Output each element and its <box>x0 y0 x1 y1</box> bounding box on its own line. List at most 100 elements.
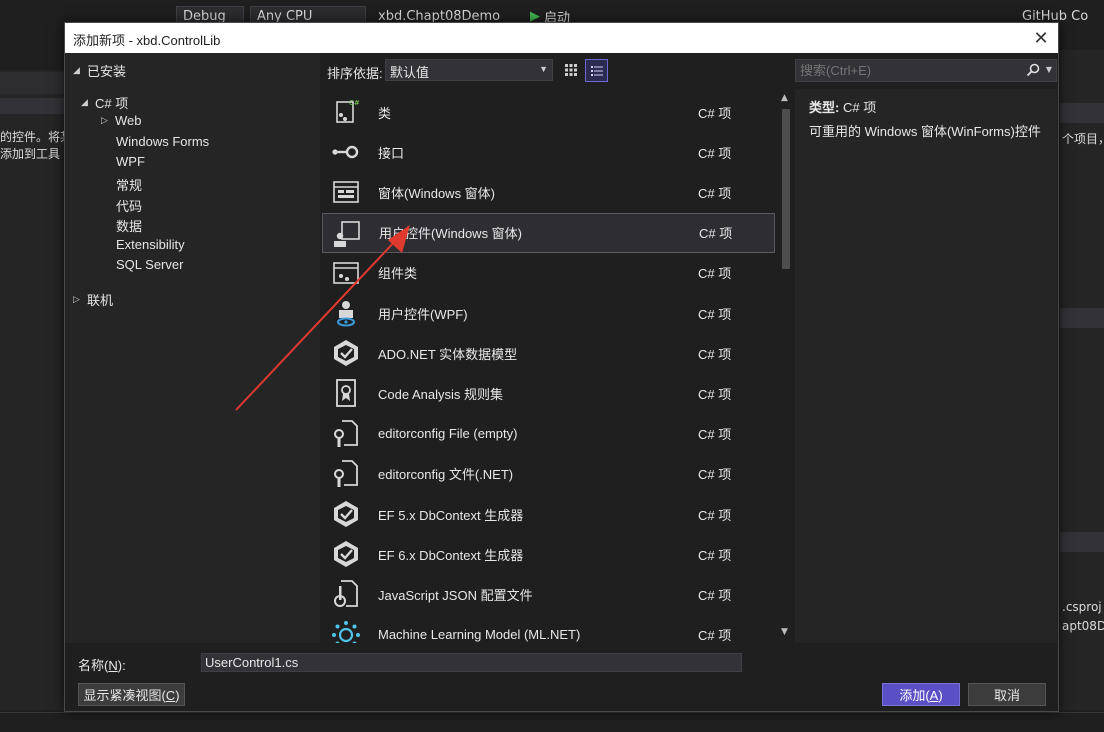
cancel-button[interactable]: 取消 <box>968 683 1046 706</box>
dialog-title: 添加新项 - xbd.ControlLib <box>73 33 221 48</box>
add-new-item-dialog: 添加新项 - xbd.ControlLib ✕ ◢ 已安装 ◢ C# 项 ▷ Web … <box>64 22 1059 712</box>
template-item[interactable]: ADO.NET 实体数据模型 C# 项 <box>322 333 775 373</box>
template-item[interactable]: editorconfig File (empty) C# 项 <box>322 414 775 454</box>
side-panel-text: 个项目， <box>1062 132 1104 146</box>
template-item[interactable]: Machine Learning Model (ML.NET) C# 项 <box>322 615 775 643</box>
add-button[interactable]: 添加(A) <box>882 683 960 706</box>
collapsed-arrow-icon: ▷ <box>73 294 80 304</box>
template-item[interactable]: Code Analysis 规则集 C# 项 <box>322 373 775 413</box>
expanded-arrow-icon: ◢ <box>81 97 88 107</box>
scrollbar-thumb[interactable] <box>782 109 790 269</box>
template-list-scrollbar[interactable]: ▲ ▼ <box>777 89 794 643</box>
template-item[interactable]: EF 6.x DbContext 生成器 C# 项 <box>322 534 775 574</box>
grid-view-icon <box>565 64 577 76</box>
scroll-up-icon[interactable]: ▲ <box>781 93 788 103</box>
ruleset-icon <box>330 377 362 409</box>
side-panel-header <box>1060 308 1104 328</box>
detail-description: 可重用的 Windows 窗体(WinForms)控件 <box>809 124 1041 139</box>
template-item-name: 组件类 <box>378 266 418 282</box>
status-bar <box>0 712 1104 732</box>
template-item-language: C# 项 <box>698 185 732 201</box>
tree-node-windows-forms[interactable]: Windows Forms <box>116 134 209 149</box>
form-icon <box>330 176 362 208</box>
wpf-user-control-icon <box>330 297 362 329</box>
tree-node-sql-server[interactable]: SQL Server <box>116 257 183 272</box>
template-item-language: C# 项 <box>698 547 732 563</box>
side-panel-text: apt08De <box>1062 619 1104 633</box>
template-item-language: C# 项 <box>698 467 732 483</box>
sort-label: 排序依据: <box>327 66 383 81</box>
template-item[interactable]: EF 5.x DbContext 生成器 C# 项 <box>322 494 775 534</box>
template-item[interactable]: 用户控件(Windows 窗体) C# 项 <box>322 212 775 253</box>
template-item[interactable]: 窗体(Windows 窗体) C# 项 <box>322 172 775 212</box>
tree-node-data[interactable]: 数据 <box>116 216 142 235</box>
template-item[interactable]: editorconfig 文件(.NET) C# 项 <box>322 454 775 494</box>
category-tree: ◢ 已安装 ◢ C# 项 ▷ Web Windows Forms WPF 常规 代码 … <box>65 53 320 643</box>
search-input[interactable] <box>796 60 1016 81</box>
template-item-language: C# 项 <box>698 105 732 121</box>
chevron-down-icon[interactable]: ▼ <box>1046 65 1052 74</box>
tree-node-csharp[interactable]: ◢ C# 项 <box>81 93 128 112</box>
svg-text:C#: C# <box>349 99 360 107</box>
tree-node-web[interactable]: ▷ Web <box>101 113 142 128</box>
search-icon[interactable] <box>1026 63 1040 77</box>
sort-select[interactable]: 默认值 ▼ <box>385 59 553 81</box>
template-item[interactable]: JavaScript JSON 配置文件 C# 项 <box>322 574 775 614</box>
side-panel-text: .csproj <box>1062 600 1102 614</box>
side-panel-header <box>1060 532 1104 552</box>
ef6-icon <box>330 538 362 570</box>
template-item-language: C# 项 <box>698 266 732 282</box>
side-panel-text: 添加到工具 <box>0 147 61 161</box>
close-button[interactable]: ✕ <box>1028 25 1054 51</box>
side-panel-tab <box>0 98 64 114</box>
template-item-name: EF 5.x DbContext 生成器 <box>378 507 524 523</box>
template-item-name: editorconfig File (empty) <box>378 426 518 442</box>
template-item-language: C# 项 <box>698 587 732 603</box>
tree-node-online[interactable]: ▷ 联机 <box>73 290 113 309</box>
name-input[interactable] <box>201 653 742 672</box>
detail-type: 类型: C# 项 <box>809 100 877 115</box>
template-item-name: 用户控件(Windows 窗体) <box>379 226 523 242</box>
tree-node-code[interactable]: 代码 <box>116 196 142 215</box>
template-list: C# 类 C# 项接口 C# 项窗体(Windows 窗体) C# 项用户控件(Wind… <box>322 89 777 643</box>
template-item[interactable]: 用户控件(WPF) C# 项 <box>322 293 775 333</box>
tree-node-extensibility[interactable]: Extensibility <box>116 237 185 252</box>
tree-node-installed[interactable]: ◢ 已安装 <box>73 61 126 80</box>
template-item-language: C# 项 <box>698 507 732 523</box>
template-item[interactable]: 接口 C# 项 <box>322 132 775 172</box>
template-item-language: C# 项 <box>698 306 732 322</box>
scroll-down-icon[interactable]: ▼ <box>781 627 788 637</box>
list-view-icon <box>590 65 603 76</box>
template-item[interactable]: 组件类 C# 项 <box>322 253 775 293</box>
template-item-name: EF 6.x DbContext 生成器 <box>378 547 524 563</box>
template-item-name: 类 <box>378 105 392 121</box>
ml-model-icon <box>330 619 362 643</box>
tree-node-wpf[interactable]: WPF <box>116 154 145 169</box>
template-item-name: 用户控件(WPF) <box>378 306 468 322</box>
tree-node-general[interactable]: 常规 <box>116 175 142 194</box>
template-item-name: 接口 <box>378 145 405 161</box>
template-item-language: C# 项 <box>698 346 732 362</box>
template-item[interactable]: C# 类 C# 项 <box>322 92 775 132</box>
template-item-name: Code Analysis 规则集 <box>378 386 503 402</box>
compact-view-button[interactable]: 显示紧凑视图(C) <box>78 683 185 706</box>
template-item-name: 窗体(Windows 窗体) <box>378 185 496 201</box>
side-panel-text: 的控件。将某 <box>0 130 73 144</box>
expanded-arrow-icon: ◢ <box>73 65 80 75</box>
interface-icon <box>330 136 362 168</box>
template-item-language: C# 项 <box>698 386 732 402</box>
template-item-name: ADO.NET 实体数据模型 <box>378 346 518 362</box>
template-item-name: editorconfig 文件(.NET) <box>378 467 514 483</box>
editorconfig-icon <box>330 418 362 450</box>
list-view-button[interactable] <box>585 59 608 82</box>
template-item-language: C# 项 <box>698 145 732 161</box>
name-label: 名称(N): <box>78 658 126 673</box>
side-panel-header <box>1060 103 1104 123</box>
collapsed-arrow-icon: ▷ <box>101 115 108 125</box>
template-item-language: C# 项 <box>699 226 733 242</box>
search-box: ▼ <box>795 59 1057 82</box>
side-panel-header <box>0 72 64 94</box>
grid-view-button[interactable] <box>560 59 582 81</box>
entity-model-icon <box>330 337 362 369</box>
template-item-name: JavaScript JSON 配置文件 <box>378 587 533 603</box>
